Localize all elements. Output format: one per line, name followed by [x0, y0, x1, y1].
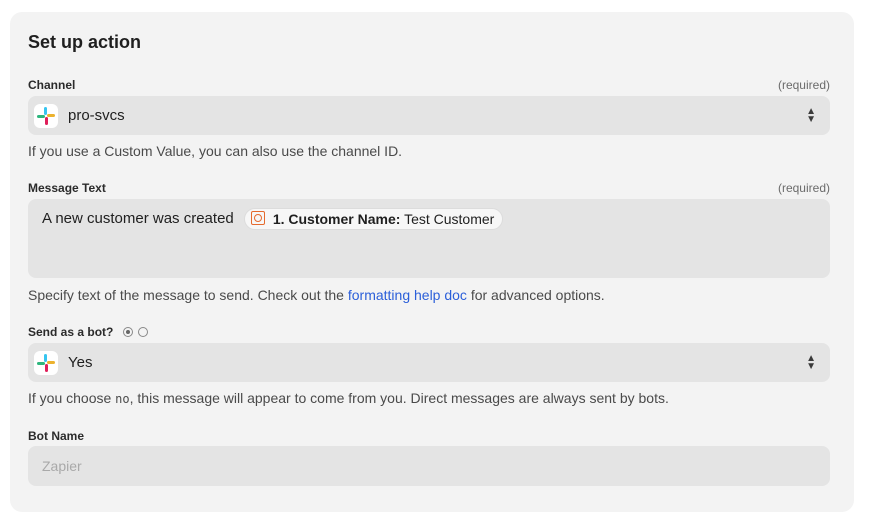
channel-label: Channel	[28, 78, 76, 92]
pill-key: 1. Customer Name:	[272, 211, 401, 227]
bot-name-placeholder: Zapier	[42, 458, 82, 474]
bot-help-text: If you choose no, this message will appe…	[28, 390, 669, 406]
page-title: Set up action	[28, 32, 142, 52]
updown-arrows-icon: ▲ ▼	[806, 106, 816, 125]
message-required-text: (required)	[777, 181, 830, 195]
message-text-prefix: A new customer was created	[42, 209, 234, 227]
slack-icon	[34, 104, 58, 128]
send-as-bot-select[interactable]: Yes ▲ ▼	[28, 343, 830, 382]
message-help-prefix: Specify text of the message to send. Che…	[28, 287, 348, 303]
formatting-help-link[interactable]: formatting help doc	[348, 287, 467, 303]
radio-unselected[interactable]	[138, 327, 149, 338]
pill-value: Test Customer	[404, 211, 495, 227]
send-as-bot-label: Send as a bot?	[28, 325, 151, 339]
message-text-input[interactable]: A new customer was created 1. Customer N…	[28, 199, 830, 278]
send-as-bot-label-text: Send as a bot?	[28, 325, 114, 339]
bot-name-input[interactable]: Zapier	[28, 446, 830, 486]
message-text-label: Message Text	[28, 181, 106, 195]
zapier-field-icon	[250, 211, 265, 225]
message-help-text: Specify text of the message to send. Che…	[28, 287, 605, 303]
customer-name-pill[interactable]: 1. Customer Name: Test Customer	[243, 208, 504, 230]
send-as-bot-value: Yes	[68, 354, 93, 371]
channel-select[interactable]: pro-svcs ▲ ▼	[28, 96, 830, 135]
channel-value: pro-svcs	[68, 107, 125, 124]
message-help-suffix: for advanced options.	[466, 287, 605, 303]
radio-selected[interactable]	[122, 327, 133, 338]
slack-icon	[34, 351, 58, 375]
channel-help-text: If you use a Custom Value, you can also …	[28, 143, 403, 159]
channel-required-text: (required)	[777, 78, 830, 92]
bot-help-suffix: , this message will appear to come from …	[129, 390, 669, 406]
bot-name-label: Bot Name	[28, 429, 85, 443]
bot-help-code: no	[115, 392, 130, 406]
bot-help-prefix: If you choose	[28, 390, 116, 406]
updown-arrows-icon: ▲ ▼	[806, 353, 816, 372]
